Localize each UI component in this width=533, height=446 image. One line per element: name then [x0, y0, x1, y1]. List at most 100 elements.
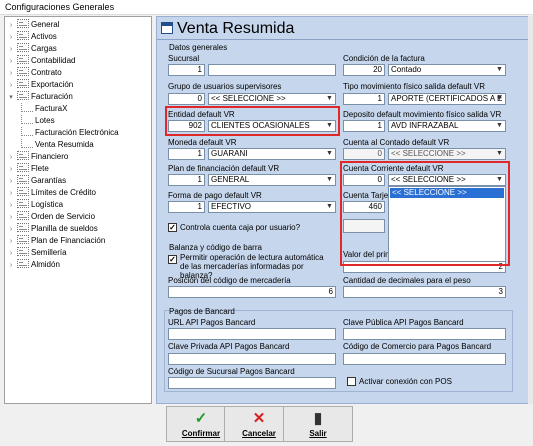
tree-item[interactable]: › Plan de Financiación	[7, 235, 105, 247]
folder-icon	[17, 43, 29, 52]
tipo-mov-code-input[interactable]: 1	[343, 93, 385, 105]
folder-icon	[17, 199, 29, 208]
clave-privada-input[interactable]	[168, 353, 336, 365]
tree-item[interactable]: › Semillería	[7, 247, 67, 259]
folder-icon	[17, 151, 29, 160]
tree-item[interactable]: › Contabilidad	[7, 55, 75, 67]
tree-item[interactable]: › Financiero	[7, 151, 68, 163]
moneda-label: Moneda default VR	[168, 138, 237, 147]
condicion-select[interactable]: Contado ▼	[388, 64, 506, 76]
exit-door-icon: ▮	[313, 410, 323, 427]
tree-item[interactable]: › Contrato	[7, 67, 62, 79]
cuenta-contado-select[interactable]: << SELECCIONE >> ▼	[388, 148, 506, 160]
chevron-right-icon[interactable]: ›	[7, 260, 15, 272]
settings-tree[interactable]: › General › Activos › Cargas › Contabilidad › Con…	[4, 16, 152, 404]
main-scrollbar[interactable]	[528, 16, 533, 404]
tree-item[interactable]: › Almidón	[7, 259, 60, 271]
tree-item[interactable]: › Límites de Crédito	[7, 187, 96, 199]
moneda-code-input[interactable]: 1	[168, 148, 205, 160]
controla-caja-checkbox[interactable]: ✓	[168, 223, 177, 232]
folder-icon	[17, 79, 29, 88]
codigo-comercio-label: Código de Comercio para Pagos Bancard	[343, 342, 492, 351]
tipo-mov-select[interactable]: APORTE (CERTIFICADOS A E ▼	[388, 93, 506, 105]
sucursal-code-input[interactable]: 1	[168, 64, 205, 76]
folder-icon	[17, 19, 29, 28]
tree-item[interactable]: Facturación Electrónica	[19, 127, 119, 139]
clave-privada-label: Clave Privada API Pagos Bancard	[168, 342, 290, 351]
tree-item[interactable]: › Garantías	[7, 175, 66, 187]
clave-publica-input[interactable]	[343, 328, 506, 340]
tree-item[interactable]: Lotes	[19, 115, 55, 127]
activar-pos-checkbox[interactable]	[347, 377, 356, 386]
tree-branch-icon	[21, 139, 33, 148]
deposito-code-input[interactable]: 1	[343, 120, 385, 132]
clave-publica-label: Clave Pública API Pagos Bancard	[343, 318, 464, 327]
decimales-peso-input[interactable]: 3	[343, 286, 506, 298]
tree-item[interactable]: › Activos	[7, 31, 57, 43]
permitir-balanza-checkbox[interactable]: ✓	[168, 255, 177, 264]
tree-item-label: General	[31, 20, 60, 29]
cuenta-contado-label: Cuenta al Contado default VR	[343, 138, 450, 147]
decimales-peso-label: Cantidad de decimales para el peso	[343, 276, 471, 285]
condicion-code-input[interactable]: 20	[343, 64, 385, 76]
folder-icon	[17, 259, 29, 268]
chevron-down-icon[interactable]: ▾	[7, 92, 15, 104]
url-api-input[interactable]	[168, 328, 336, 340]
tree-item[interactable]: Venta Resumida	[19, 139, 94, 151]
moneda-select[interactable]: GUARANI ▼	[208, 148, 336, 160]
title-divider	[157, 39, 528, 40]
salir-button[interactable]: ▮ Salir	[283, 406, 353, 442]
chevron-down-icon[interactable]: ▼	[494, 94, 505, 104]
tree-item-label: Garantías	[31, 176, 67, 185]
folder-icon	[17, 223, 29, 232]
tree-item-label: Lotes	[35, 116, 55, 125]
activar-pos-label: Activar conexión con POS	[359, 377, 452, 386]
codigo-sucursal-input[interactable]	[168, 377, 336, 389]
tree-item-label: Logística	[31, 200, 64, 209]
chevron-down-icon[interactable]: ▼	[324, 175, 335, 185]
tree-item-label: Planilla de sueldos	[31, 224, 98, 233]
folder-icon	[17, 247, 29, 256]
tree-item-label: Cargas	[31, 44, 57, 53]
datos-generales-label: Datos generales	[169, 43, 228, 52]
folder-icon	[17, 31, 29, 40]
tree-item[interactable]: › Flete	[7, 163, 49, 175]
plan-fin-label: Plan de financiación default VR	[168, 164, 280, 173]
tree-item[interactable]: FacturaX	[19, 103, 67, 115]
chevron-down-icon[interactable]: ▼	[494, 149, 505, 159]
tree-item[interactable]: › Cargas	[7, 43, 57, 55]
tree-item[interactable]: › Orden de Servicio	[7, 211, 95, 223]
tree-item-label: Facturación Electrónica	[35, 128, 119, 137]
chevron-down-icon[interactable]: ▼	[494, 65, 505, 75]
plan-fin-select[interactable]: GENERAL ▼	[208, 174, 336, 186]
sucursal-name-input[interactable]	[208, 64, 336, 76]
chevron-down-icon[interactable]: ▼	[494, 121, 505, 131]
tree-item[interactable]: › General	[7, 19, 59, 31]
tree-item-label: Orden de Servicio	[31, 212, 96, 221]
chevron-down-icon[interactable]: ▼	[324, 94, 335, 104]
deposito-select[interactable]: AVD INFRAZABAL ▼	[388, 120, 506, 132]
forma-pago-select[interactable]: EFECTIVO ▼	[208, 201, 336, 213]
tree-item[interactable]: › Exportación	[7, 79, 73, 91]
tree-item[interactable]: ▾ Facturación	[7, 91, 73, 103]
folder-icon	[17, 235, 29, 244]
tree-item-label: Activos	[31, 32, 57, 41]
tree-item-label: Exportación	[31, 80, 74, 89]
forma-pago-code-input[interactable]: 1	[168, 201, 205, 213]
plan-fin-code-input[interactable]: 1	[168, 174, 205, 186]
tree-item[interactable]: › Logística	[7, 199, 63, 211]
tree-item[interactable]: › Planilla de sueldos	[7, 223, 98, 235]
codigo-comercio-input[interactable]	[343, 353, 506, 365]
tipo-mov-label: Tipo movimiento físico salida default VR	[343, 82, 485, 91]
cuenta-contado-code-input[interactable]: 0	[343, 148, 385, 160]
sucursal-label: Sucursal	[168, 54, 200, 63]
grupo-usuarios-code-input[interactable]: 0	[168, 93, 205, 105]
pagos-bancard-label: Pagos de Bancard	[169, 307, 235, 316]
tree-item-label: Venta Resumida	[35, 140, 94, 149]
posicion-codigo-label: Posición del código de mercadería	[168, 276, 291, 285]
folder-icon	[17, 67, 29, 76]
posicion-codigo-input[interactable]: 6	[168, 286, 336, 298]
chevron-down-icon[interactable]: ▼	[324, 149, 335, 159]
grupo-usuarios-select[interactable]: << SELECCIONE >> ▼	[208, 93, 336, 105]
chevron-down-icon[interactable]: ▼	[324, 202, 335, 212]
